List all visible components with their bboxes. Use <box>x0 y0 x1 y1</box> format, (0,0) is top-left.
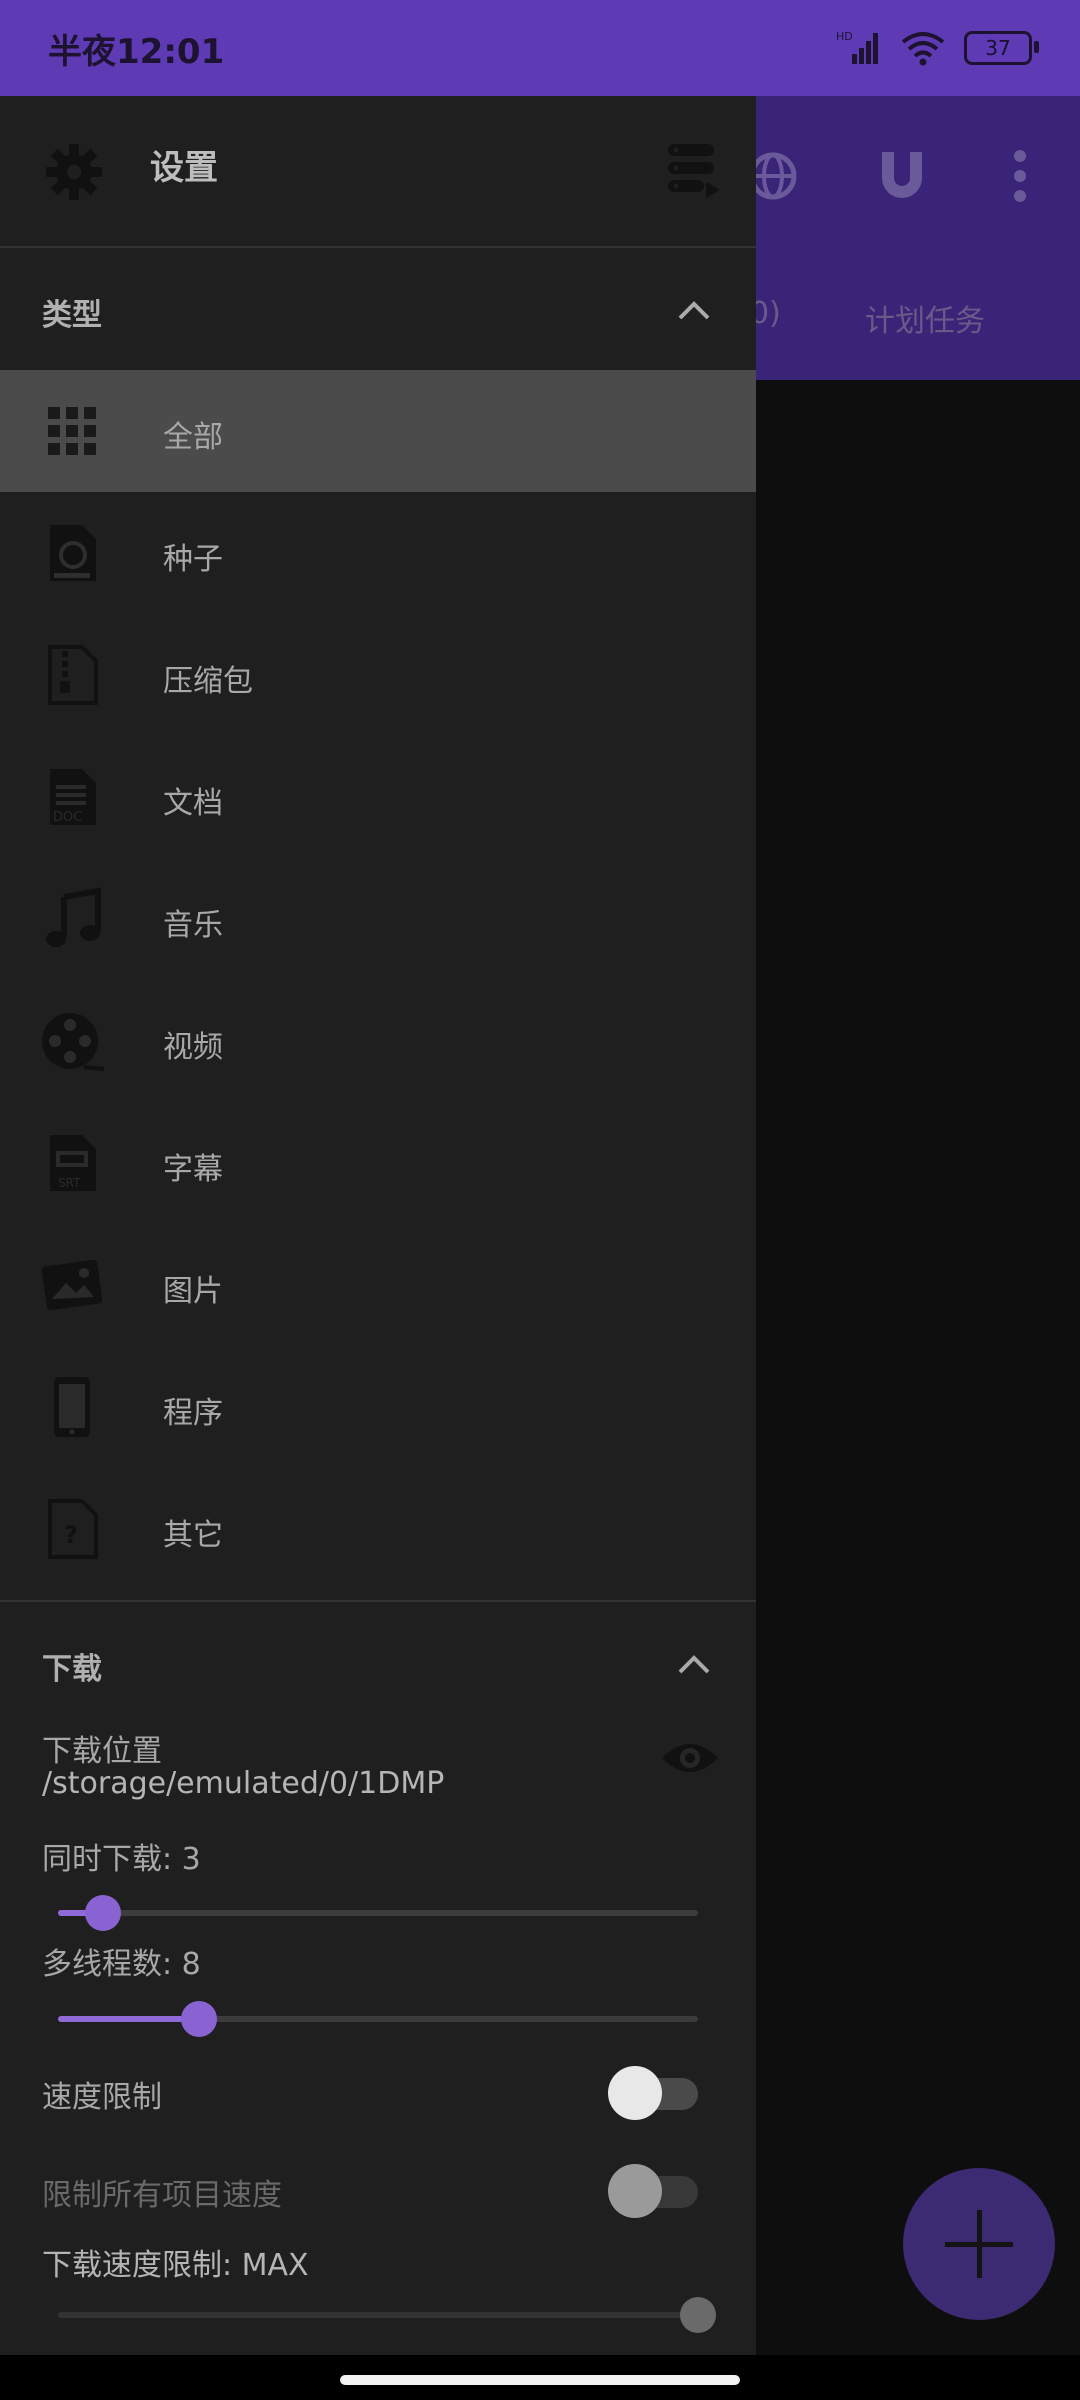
battery-level: 37 <box>985 36 1011 60</box>
drawer-title: 设置 <box>150 148 218 188</box>
type-item-music[interactable]: 音乐 <box>0 858 756 980</box>
slider-thumb[interactable] <box>680 2297 716 2333</box>
tab-scheduled-tasks[interactable]: 计划任务 <box>865 296 985 340</box>
status-time: 半夜12:01 <box>48 31 225 72</box>
speed-limit-toggle[interactable] <box>608 2066 698 2120</box>
type-item-label: 视频 <box>163 1030 223 1065</box>
type-item-label: 音乐 <box>163 908 223 943</box>
server-icon[interactable] <box>666 142 722 198</box>
phone-icon <box>54 1377 90 1437</box>
gear-icon <box>46 144 102 200</box>
type-item-archive[interactable]: 压缩包 <box>0 614 756 736</box>
torrent-file-icon <box>50 525 96 581</box>
zip-file-icon <box>48 645 98 705</box>
add-task-button[interactable] <box>903 2168 1055 2320</box>
download-section-header[interactable]: 下载 <box>0 1602 756 1714</box>
type-item-label: 文档 <box>163 786 223 821</box>
concurrent-downloads-label: 同时下载: 3 <box>42 1842 201 1877</box>
type-item-label: 图片 <box>163 1274 223 1309</box>
concurrent-downloads-slider[interactable] <box>58 1895 698 1931</box>
svg-text:SRT: SRT <box>58 1176 81 1190</box>
type-item-torrent[interactable]: 种子 <box>0 492 756 614</box>
type-item-document[interactable]: DOC 文档 <box>0 736 756 858</box>
download-location-label: 下载位置 <box>42 1734 162 1769</box>
type-item-label: 程序 <box>163 1396 223 1431</box>
download-speed-limit-label: 下载速度限制: MAX <box>42 2248 309 2283</box>
battery-icon: 37 <box>964 31 1039 65</box>
home-indicator[interactable] <box>340 2375 740 2385</box>
status-bar: 半夜12:01 HD 37 <box>0 0 1080 96</box>
type-item-video[interactable]: 视频 <box>0 980 756 1102</box>
svg-text:DOC: DOC <box>53 810 82 825</box>
download-location-path[interactable]: /storage/emulated/0/1DMP <box>42 1766 444 1801</box>
types-section-header[interactable]: 类型 <box>0 248 756 370</box>
slider-thumb[interactable] <box>181 2001 217 2037</box>
download-speed-slider[interactable] <box>58 2297 716 2333</box>
grid-icon <box>48 407 96 455</box>
music-note-icon <box>46 887 101 947</box>
wifi-icon <box>901 32 945 66</box>
status-icons: HD 37 <box>836 30 1039 66</box>
limit-all-label: 限制所有项目速度 <box>42 2178 282 2213</box>
eye-icon[interactable] <box>660 1736 720 1780</box>
type-item-subtitle[interactable]: SRT 字幕 <box>0 1102 756 1224</box>
svg-text:?: ? <box>64 1521 78 1549</box>
slider-thumb[interactable] <box>85 1895 121 1931</box>
signal-icon: HD <box>836 30 878 64</box>
unknown-file-icon: ? <box>48 1499 98 1559</box>
types-section-title: 类型 <box>42 298 102 333</box>
chevron-up-icon <box>678 301 710 320</box>
chevron-up-icon <box>678 1655 710 1674</box>
magnet-icon[interactable] <box>862 136 942 216</box>
type-item-all[interactable]: 全部 <box>0 370 756 492</box>
type-item-label: 种子 <box>163 542 223 577</box>
type-item-label: 字幕 <box>163 1152 223 1187</box>
toggle-knob <box>608 2066 662 2120</box>
navigation-drawer: 设置 类型 全部 种子 压缩包 DOC 文档 音乐 视频 SRT 字幕 图片 程… <box>0 96 756 2355</box>
slider-fill <box>58 2016 199 2022</box>
limit-all-toggle[interactable] <box>608 2164 698 2218</box>
more-vert-icon[interactable] <box>980 136 1060 216</box>
plus-icon-v <box>976 2210 982 2278</box>
system-nav-bar <box>0 2355 1080 2400</box>
download-section-title: 下载 <box>42 1652 102 1687</box>
type-item-label: 其它 <box>163 1518 223 1553</box>
type-item-image[interactable]: 图片 <box>0 1224 756 1346</box>
download-settings: 下载位置 /storage/emulated/0/1DMP 同时下载: 3 多线… <box>0 1714 756 2355</box>
thread-count-label: 多线程数: 8 <box>42 1947 201 1982</box>
drawer-header[interactable]: 设置 <box>0 96 756 248</box>
type-item-label: 压缩包 <box>163 664 253 699</box>
thread-count-slider[interactable] <box>58 2001 698 2037</box>
type-item-label: 全部 <box>163 420 223 455</box>
type-item-other[interactable]: ? 其它 <box>0 1468 756 1590</box>
doc-file-icon: DOC <box>50 769 96 825</box>
network-type-label: HD <box>836 30 853 43</box>
toggle-knob <box>608 2164 662 2218</box>
subtitle-file-icon: SRT <box>50 1135 96 1191</box>
type-item-program[interactable]: 程序 <box>0 1346 756 1468</box>
film-reel-icon <box>42 1013 104 1071</box>
image-icon <box>41 1259 103 1311</box>
speed-limit-label: 速度限制 <box>42 2080 162 2115</box>
